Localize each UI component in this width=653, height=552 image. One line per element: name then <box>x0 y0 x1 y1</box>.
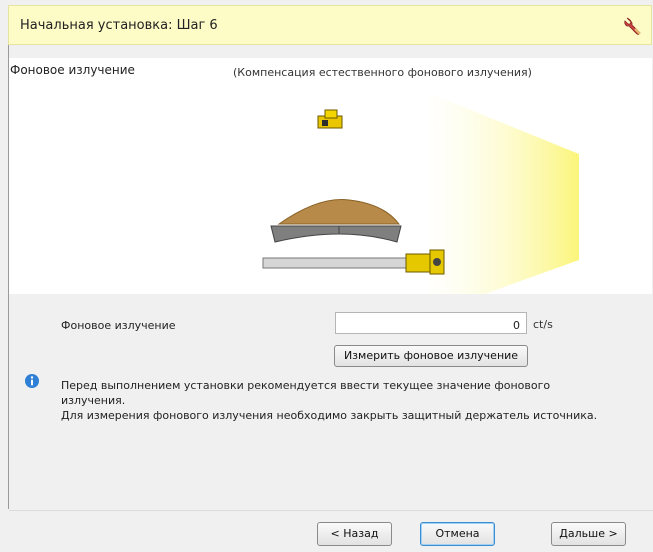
window-title: Начальная установка: Шаг 6 <box>20 18 218 33</box>
measurement-illustration <box>262 93 579 294</box>
footer-divider <box>9 510 653 511</box>
wrench-icon <box>624 17 641 35</box>
wizard-header: Начальная установка: Шаг 6 <box>8 5 652 45</box>
source-holder-icon <box>262 249 445 275</box>
info-line-1: Перед выполнением установки рекомендуетс… <box>61 379 551 392</box>
next-button[interactable]: Дальше > <box>551 522 626 546</box>
background-radiation-label: Фоновое излучение <box>61 319 176 332</box>
info-message: Перед выполнением установки рекомендуетс… <box>61 378 631 423</box>
unit-label: ct/s <box>533 318 553 331</box>
cancel-button[interactable]: Отмена <box>420 522 495 546</box>
material-on-conveyor <box>270 199 402 243</box>
radiation-beam <box>429 93 579 294</box>
detector-icon <box>317 109 343 129</box>
back-button[interactable]: < Назад <box>317 522 392 546</box>
measure-background-button[interactable]: Измерить фоновое излучение <box>334 345 528 367</box>
info-icon <box>25 374 39 388</box>
background-radiation-input[interactable] <box>335 312 527 334</box>
info-line-2: излучения. <box>61 394 126 407</box>
info-line-3: Для измерения фонового излучения необход… <box>61 409 598 422</box>
